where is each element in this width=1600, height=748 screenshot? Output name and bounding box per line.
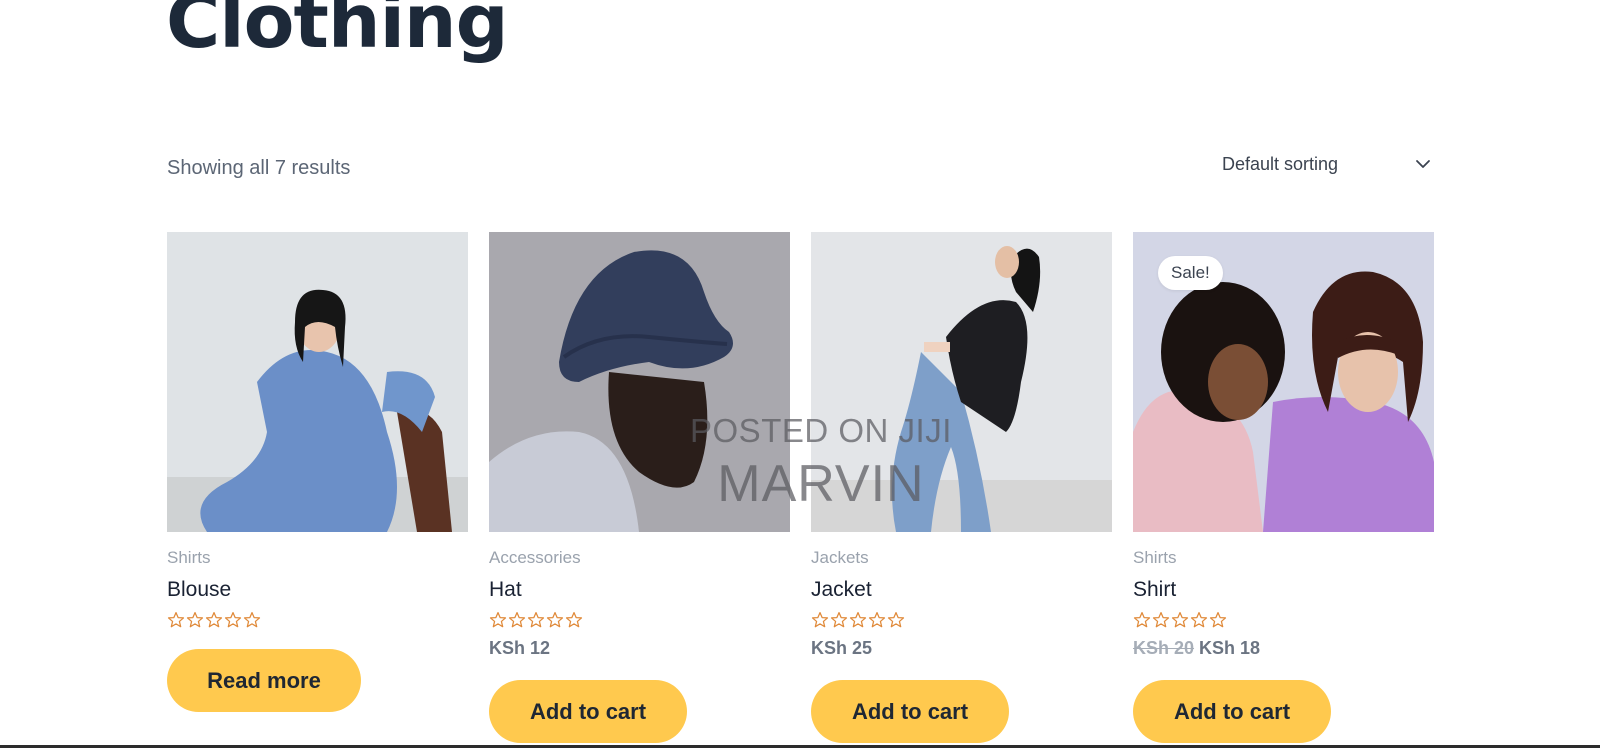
sorting-value: Default sorting — [1222, 153, 1339, 174]
product-category: Accessories — [489, 548, 581, 567]
product-name[interactable]: Shirt — [1133, 578, 1176, 602]
product-image — [167, 232, 468, 532]
read-more-button[interactable]: Read more — [167, 649, 361, 712]
star-icon — [508, 611, 526, 628]
page-title: Clothing — [166, 0, 509, 65]
chevron-down-icon — [1416, 160, 1430, 168]
star-rating — [1133, 611, 1227, 629]
add-to-cart-button[interactable]: Add to cart — [1133, 680, 1331, 743]
sorting-select[interactable]: Default sorting — [1222, 150, 1432, 178]
star-rating — [167, 611, 261, 629]
product-image-link[interactable] — [811, 232, 1112, 532]
star-icon — [527, 611, 545, 628]
star-icon — [167, 611, 185, 628]
product-category: Shirts — [167, 548, 211, 567]
star-icon — [1152, 611, 1170, 628]
star-icon — [830, 611, 848, 628]
star-icon — [186, 611, 204, 628]
star-icon — [1133, 611, 1151, 628]
star-rating — [489, 611, 583, 629]
product-image — [489, 232, 790, 532]
product-image-link[interactable]: Sale! — [1133, 232, 1434, 532]
star-icon — [489, 611, 507, 628]
product-name[interactable]: Hat — [489, 578, 522, 602]
product-image — [811, 232, 1112, 532]
product-image-link[interactable] — [489, 232, 790, 532]
product-price: KSh 25 — [811, 638, 873, 658]
product-name[interactable]: Jacket — [811, 578, 872, 602]
product-name[interactable]: Blouse — [167, 578, 231, 602]
product-image-link[interactable] — [167, 232, 468, 532]
star-icon — [1209, 611, 1227, 628]
star-rating — [811, 611, 905, 629]
product-card: Jackets Jacket KSh 25 Add to cart — [811, 232, 1112, 748]
star-icon — [811, 611, 829, 628]
product-card: Accessories Hat KSh 12 Add to cart — [489, 232, 790, 748]
sale-price: KSh 18 — [1199, 638, 1261, 658]
product-category: Shirts — [1133, 548, 1177, 567]
original-price: KSh 20 — [1133, 638, 1195, 658]
star-icon — [224, 611, 242, 628]
star-icon — [565, 611, 583, 628]
product-price: KSh 20 KSh 18 — [1133, 638, 1260, 659]
shop-page: Clothing Showing all 7 results Default s… — [0, 0, 1600, 748]
star-icon — [868, 611, 886, 628]
add-to-cart-button[interactable]: Add to cart — [489, 680, 687, 743]
star-icon — [205, 611, 223, 628]
star-icon — [546, 611, 564, 628]
star-icon — [1190, 611, 1208, 628]
result-count: Showing all 7 results — [167, 157, 351, 179]
star-icon — [849, 611, 867, 628]
sale-badge: Sale! — [1158, 256, 1223, 290]
add-to-cart-button[interactable]: Add to cart — [811, 680, 1009, 743]
star-icon — [887, 611, 905, 628]
product-price: KSh 12 — [489, 638, 551, 658]
star-icon — [243, 611, 261, 628]
product-card: Shirts Blouse Read more — [167, 232, 468, 748]
product-card: Sale! Shirts Shirt KSh 20 KSh 18 Add to c… — [1133, 232, 1434, 748]
star-icon — [1171, 611, 1189, 628]
product-category: Jackets — [811, 548, 869, 567]
